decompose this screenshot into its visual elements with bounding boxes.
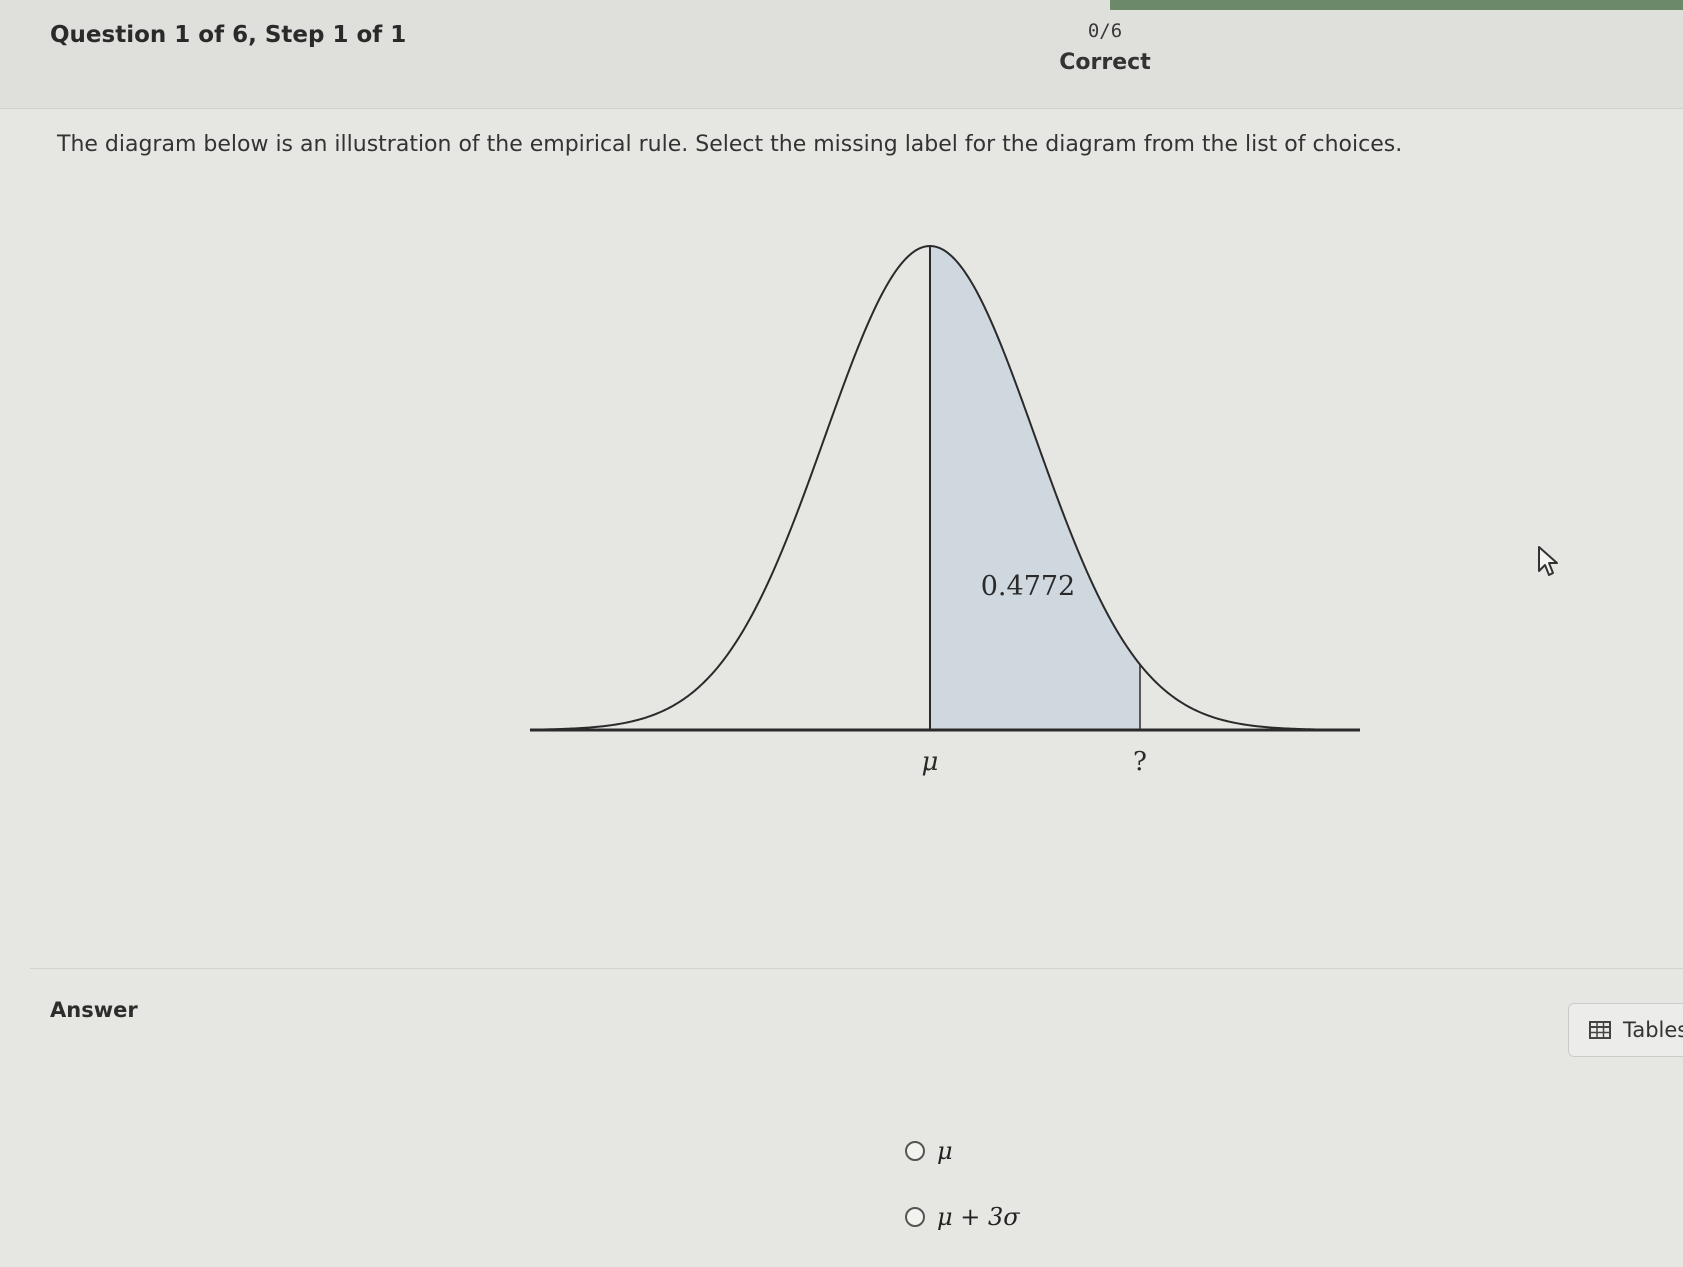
- header-accent: [1110, 0, 1683, 10]
- score-count: 0/6: [1087, 20, 1123, 42]
- answer-option-mu-plus-3sigma[interactable]: μ + 3σ: [905, 1201, 1020, 1233]
- question-header: Question 1 of 6, Step 1 of 1 0/6 Correct: [0, 0, 1683, 109]
- answer-heading: Answer: [50, 998, 138, 1022]
- question-progress: Question 1 of 6, Step 1 of 1: [50, 22, 407, 48]
- radio-button[interactable]: [905, 1141, 925, 1161]
- question-prompt: The diagram below is an illustration of …: [57, 132, 1403, 157]
- score-label: Correct: [1059, 50, 1151, 75]
- answer-option-label: μ + 3σ: [937, 1203, 1020, 1231]
- answer-option-label: μ: [937, 1137, 953, 1165]
- tables-button[interactable]: Tables: [1568, 1003, 1683, 1057]
- table-grid-icon: [1589, 1021, 1611, 1039]
- answer-option-mu[interactable]: μ: [905, 1135, 1020, 1167]
- shaded-region: [930, 246, 1140, 730]
- missing-label: ?: [1133, 747, 1147, 777]
- shaded-area-label: 0.4772: [981, 571, 1075, 602]
- normal-curve-diagram: 0.4772 μ ?: [530, 244, 1361, 777]
- radio-button[interactable]: [905, 1207, 925, 1227]
- answer-options: μ μ + 3σ: [905, 1135, 1020, 1267]
- mouse-pointer-icon: [1538, 546, 1558, 576]
- section-divider: [30, 968, 1683, 969]
- tables-button-label: Tables: [1623, 1018, 1683, 1042]
- mean-label: μ: [922, 747, 939, 777]
